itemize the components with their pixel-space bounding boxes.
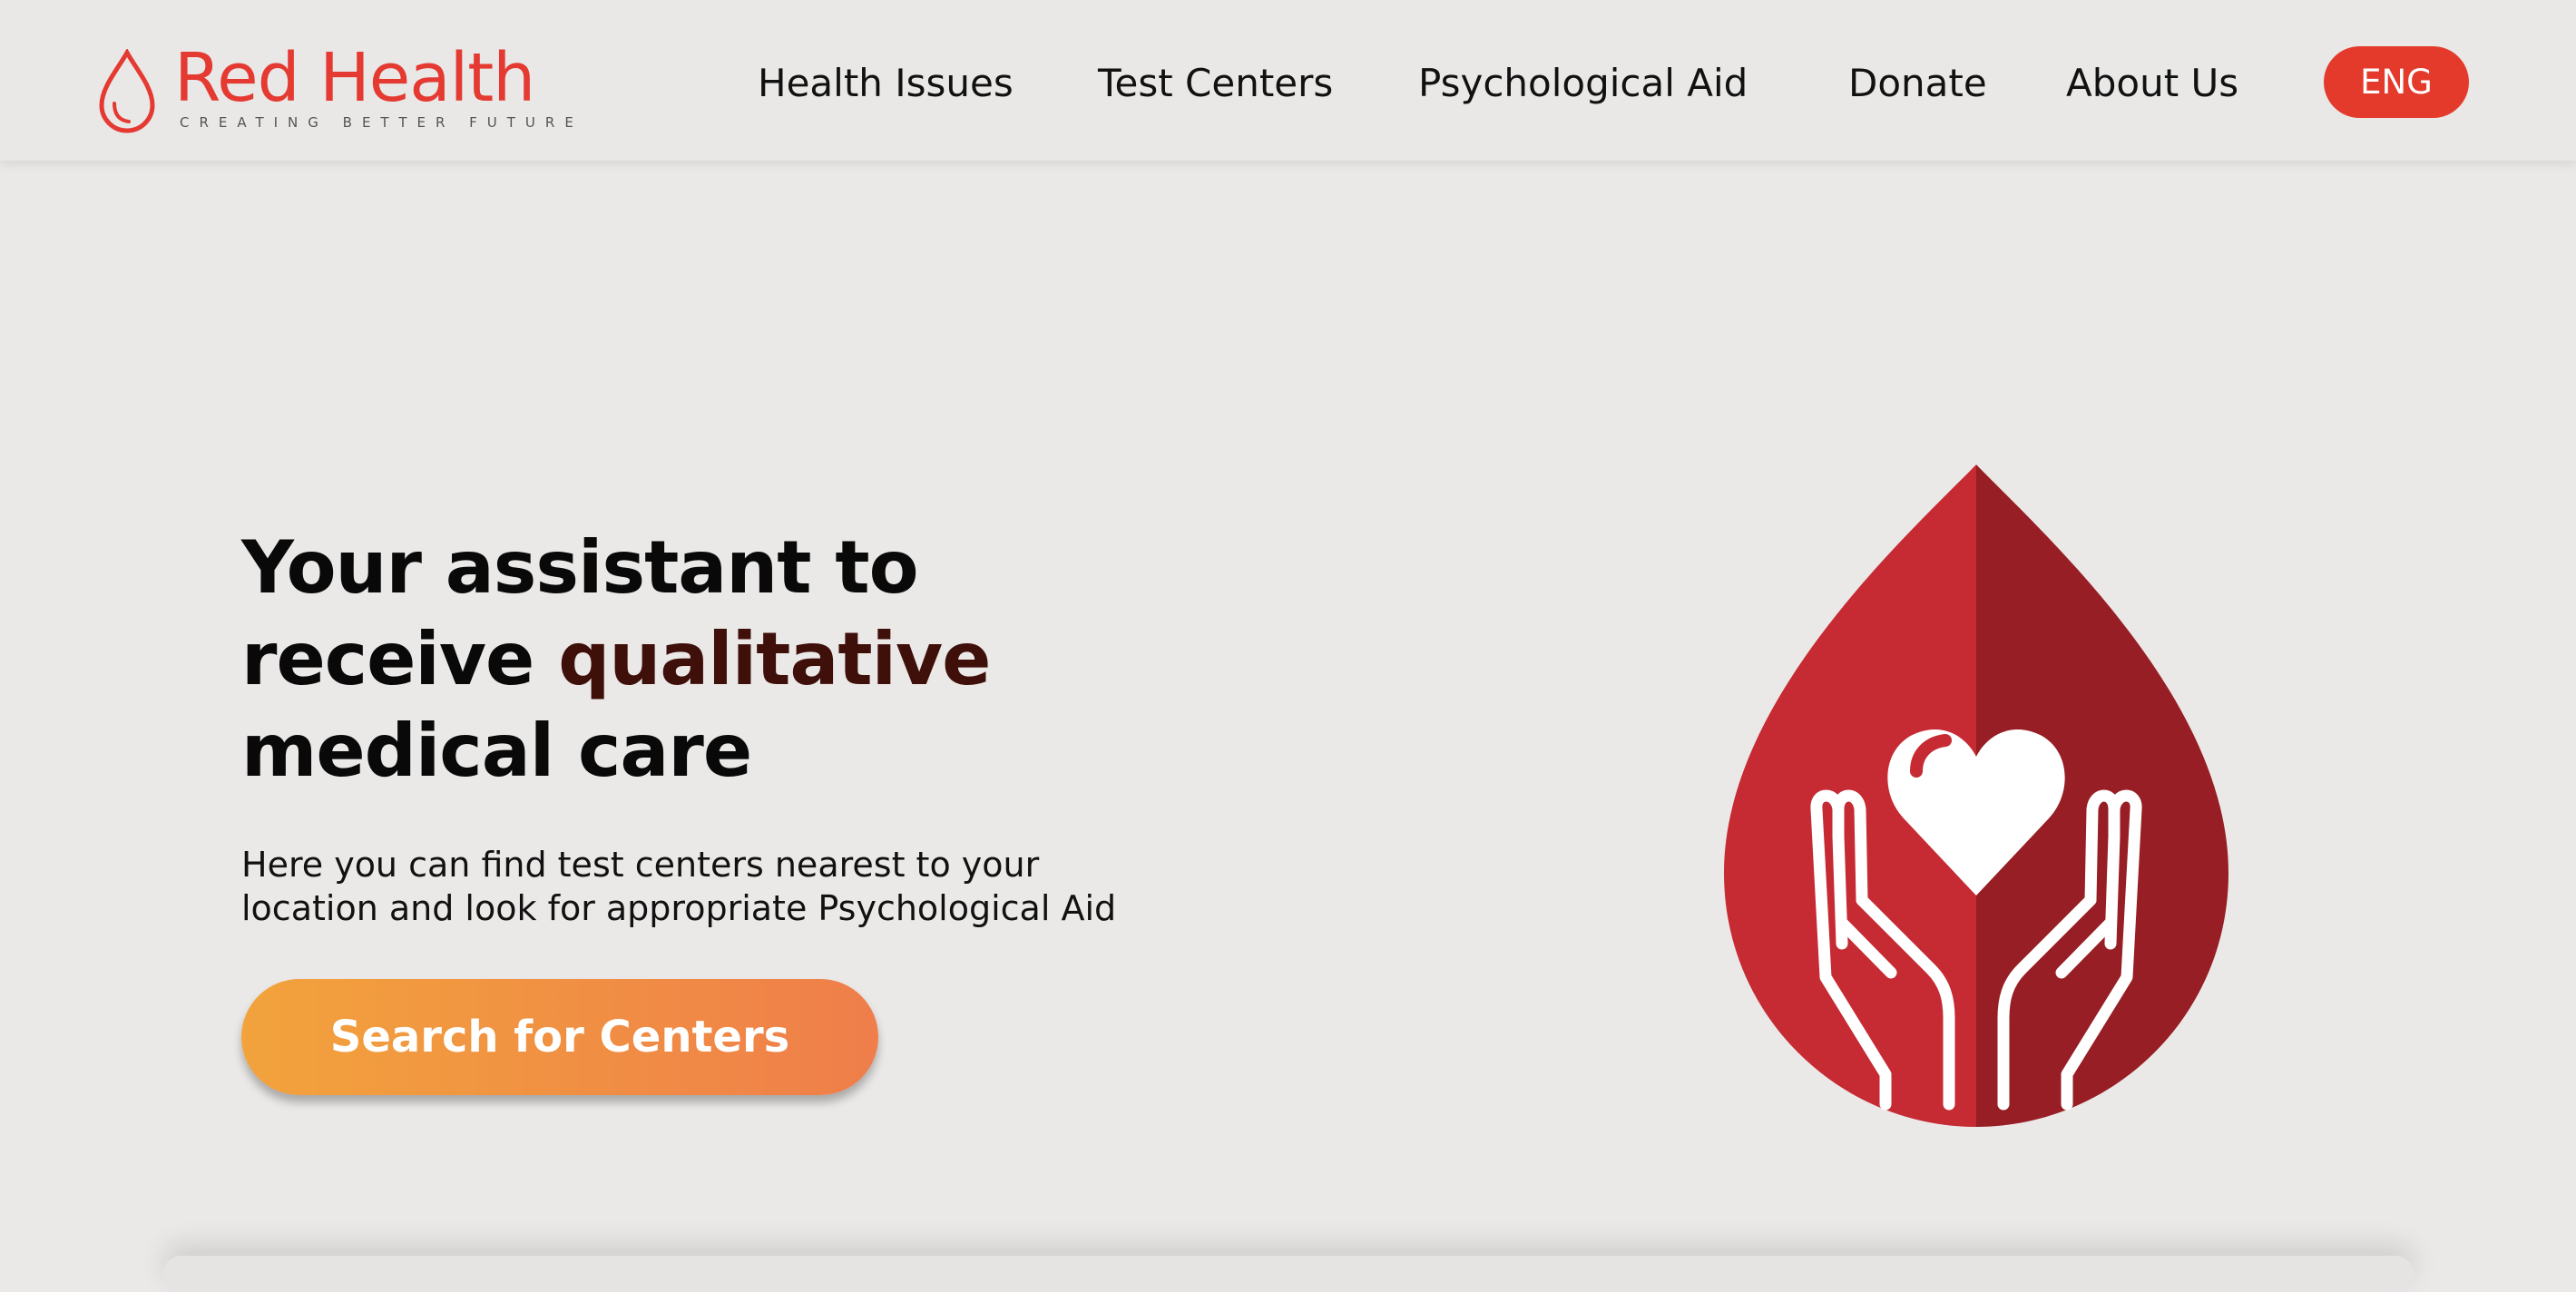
brand-name: Red Health (174, 39, 535, 117)
search-centers-button[interactable]: Search for Centers (241, 979, 878, 1095)
hero-title-accent: qualitative (558, 617, 991, 701)
hero-title-line2-prefix: receive (241, 617, 559, 701)
blood-drop-logo-icon (99, 49, 155, 133)
blood-drop-hands-heart-icon (1724, 465, 2228, 1127)
nav-psychological-aid[interactable]: Psychological Aid (1418, 56, 1748, 111)
brand-tagline: CREATING BETTER FUTURE (180, 114, 583, 131)
nav-test-centers[interactable]: Test Centers (1098, 56, 1333, 111)
hero-description-line1: Here you can find test centers nearest t… (241, 845, 1040, 885)
nav-about-us[interactable]: About Us (2066, 56, 2238, 111)
hero-title-line3: medical care (241, 709, 752, 793)
next-section-card-edge (163, 1256, 2414, 1292)
language-button[interactable]: ENG (2324, 46, 2469, 118)
top-navbar: Red Health CREATING BETTER FUTURE Health… (0, 0, 2576, 161)
nav-donate[interactable]: Donate (1848, 56, 1987, 111)
nav-health-issues[interactable]: Health Issues (758, 56, 1014, 111)
hero-description-line2: location and look for appropriate Psycho… (241, 888, 1117, 928)
hero-title-line1: Your assistant to (241, 525, 919, 610)
hero-description: Here you can find test centers nearest t… (241, 843, 1239, 930)
hero-title: Your assistant to receive qualitative me… (241, 522, 1149, 797)
logo[interactable]: Red Health CREATING BETTER FUTURE (98, 39, 573, 140)
